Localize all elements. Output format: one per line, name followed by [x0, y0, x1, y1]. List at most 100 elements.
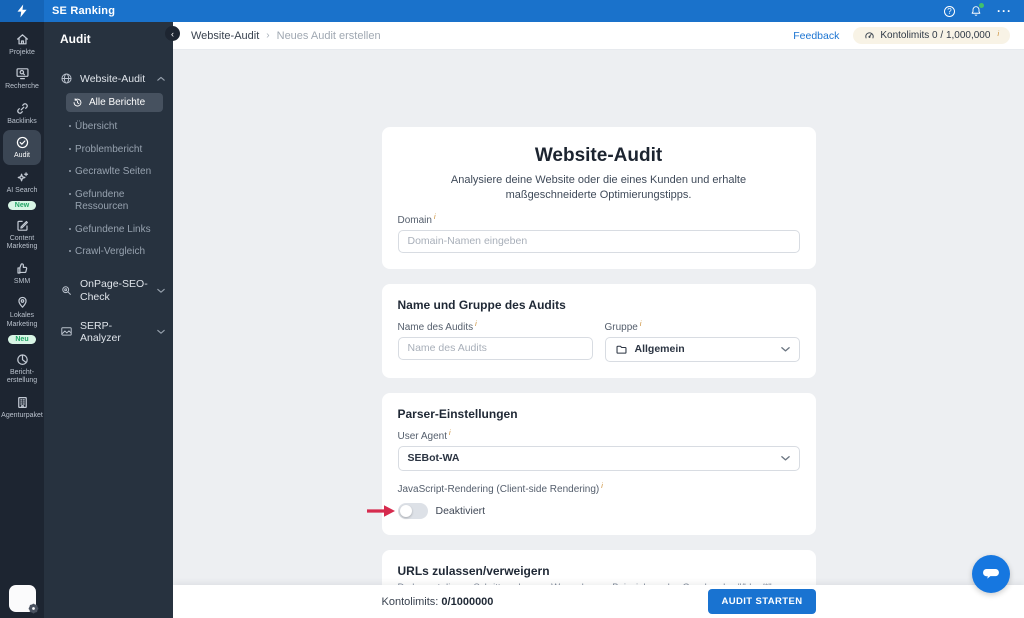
- help-icon: ?: [944, 6, 955, 17]
- rail-item-label: SMM: [14, 278, 30, 286]
- toggle-knob: [400, 505, 412, 517]
- top-app-bar: SE Ranking ? ···: [0, 0, 1024, 22]
- footer-limits: Kontolimits: 0/1000000: [382, 596, 494, 608]
- menu-website-audit[interactable]: Website-Audit: [44, 66, 173, 91]
- info-marker: i: [434, 214, 436, 221]
- globe-icon: [60, 72, 73, 85]
- intro-card: Website-Audit Analysiere deine Website o…: [382, 127, 816, 269]
- lightning-icon: [16, 4, 28, 18]
- chevron-down-icon: [781, 345, 790, 354]
- user-avatar[interactable]: [9, 585, 36, 612]
- sidebar-item-smm[interactable]: SMM: [0, 256, 44, 290]
- backlinks-icon: [15, 101, 30, 116]
- sidebar-item-content-marketing[interactable]: Content Marketing: [0, 213, 44, 256]
- sidebar-item-recherche[interactable]: Recherche: [0, 61, 44, 95]
- menu-gecrawlte-seiten[interactable]: Gecrawlte Seiten: [44, 161, 173, 184]
- help-button[interactable]: ?: [944, 6, 955, 17]
- user-agent-value: SEBot-WA: [408, 452, 460, 464]
- feedback-link[interactable]: Feedback: [793, 30, 839, 42]
- gear-icon: [28, 603, 39, 614]
- collapse-sidebar-button[interactable]: ‹: [165, 26, 180, 41]
- menu-gefundene-links[interactable]: Gefundene Links: [44, 219, 173, 242]
- research-icon: [15, 66, 30, 81]
- audit-name-input[interactable]: [398, 337, 593, 360]
- breadcrumb-current: Neues Audit erstellen: [277, 30, 381, 42]
- page-title: Website-Audit: [398, 145, 800, 167]
- info-marker: i: [475, 321, 477, 328]
- js-rendering-label: JavaScript-Rendering (Client-side Render…: [398, 484, 800, 495]
- main-content: Website-Audit Analysiere deine Website o…: [173, 50, 1024, 618]
- info-marker: i: [640, 321, 642, 328]
- chevron-down-icon: [157, 328, 165, 336]
- menu-problembericht[interactable]: Problembericht: [44, 139, 173, 162]
- breadcrumb-separator: ›: [266, 30, 269, 41]
- rail-item-label: Recherche: [5, 83, 39, 91]
- group-select[interactable]: Allgemein: [605, 337, 800, 362]
- js-rendering-toggle[interactable]: [398, 503, 428, 519]
- user-agent-label: User Agenti: [398, 431, 800, 442]
- menu-label: Crawl-Vergleich: [75, 246, 145, 259]
- start-audit-button[interactable]: AUDIT STARTEN: [708, 589, 815, 614]
- reports-icon: [15, 352, 30, 367]
- sidebar-item-agenturpaket[interactable]: Agenturpaket: [0, 390, 44, 424]
- info-marker: i: [449, 430, 451, 437]
- chevron-up-icon: [157, 75, 165, 83]
- sidebar-item-projekte[interactable]: Projekte: [0, 27, 44, 61]
- breadcrumb-section[interactable]: Website-Audit: [191, 30, 259, 42]
- chevron-down-icon: [157, 287, 165, 295]
- account-limits-pill[interactable]: Kontolimits 0 / 1,000,000i: [853, 27, 1010, 44]
- menu-label: Gefundene Ressourcen: [75, 189, 153, 214]
- menu-serp-analyzer[interactable]: SERP-Analyzer: [44, 314, 173, 350]
- annotation-arrow: [367, 504, 396, 518]
- brand-logo[interactable]: [0, 0, 44, 22]
- parser-heading: Parser-Einstellungen: [398, 407, 800, 421]
- menu-gefundene-ressourcen[interactable]: Gefundene Ressourcen: [44, 184, 173, 219]
- parser-card: Parser-Einstellungen User Agenti SEBot-W…: [382, 393, 816, 535]
- limits-text: Kontolimits 0 / 1,000,000: [880, 30, 990, 41]
- sidebar-item-berichterstellung[interactable]: Bericht-erstellung: [0, 347, 44, 390]
- sidebar-item-lokales-marketing[interactable]: Lokales Marketing: [0, 290, 44, 333]
- ai-search-icon: [15, 170, 30, 185]
- menu-label: SERP-Analyzer: [80, 320, 150, 344]
- bullet-icon: [69, 250, 71, 252]
- bullet-icon: [69, 170, 71, 172]
- footer-action-bar: Kontolimits: 0/1000000 AUDIT STARTEN: [173, 585, 1024, 618]
- onpage-check-icon: [60, 284, 73, 297]
- menu-onpage-seo-check[interactable]: OnPage-SEO-Check: [44, 272, 173, 310]
- toggle-state-label: Deaktiviert: [436, 505, 486, 517]
- bullet-icon: [69, 193, 71, 195]
- domain-label: Domaini: [398, 215, 800, 226]
- rail-item-label: Backlinks: [7, 118, 37, 126]
- submenu-title: Audit: [44, 22, 173, 46]
- sidebar-item-backlinks[interactable]: Backlinks: [0, 96, 44, 130]
- new-badge: New: [8, 201, 36, 210]
- chevron-down-icon: [781, 454, 790, 463]
- more-menu-button[interactable]: ···: [997, 7, 1012, 15]
- rail-item-label: Projekte: [9, 49, 35, 57]
- menu-label: Alle Berichte: [89, 97, 145, 108]
- domain-input[interactable]: [398, 230, 800, 253]
- brand-name: SE Ranking: [52, 5, 115, 17]
- menu-alle-berichte[interactable]: Alle Berichte: [66, 93, 163, 112]
- sidebar-item-ai-search[interactable]: AI Search: [0, 165, 44, 199]
- name-group-heading: Name und Gruppe des Audits: [398, 298, 800, 312]
- user-agent-select[interactable]: SEBot-WA: [398, 446, 800, 471]
- bullet-icon: [69, 228, 71, 230]
- local-marketing-icon: [15, 295, 30, 310]
- sidebar-item-audit[interactable]: Audit: [3, 130, 41, 164]
- menu-label: Problembericht: [75, 144, 142, 157]
- rail-item-label: Lokales Marketing: [1, 312, 43, 329]
- urls-heading: URLs zulassen/verweigern: [398, 564, 800, 578]
- info-marker: i: [601, 483, 603, 490]
- menu-label: OnPage-SEO-Check: [80, 278, 150, 304]
- menu-crawl-vergleich[interactable]: Crawl-Vergleich: [44, 241, 173, 264]
- serp-analyzer-icon: [60, 325, 73, 338]
- rail-item-label: Bericht-erstellung: [1, 369, 43, 386]
- bullet-icon: [69, 148, 71, 150]
- group-value: Allgemein: [635, 343, 685, 355]
- page-subtitle: Analysiere deine Website oder die eines …: [406, 173, 792, 204]
- menu-uebersicht[interactable]: Übersicht: [44, 116, 173, 139]
- notifications-button[interactable]: [970, 5, 982, 17]
- agency-icon: [15, 395, 30, 410]
- chat-widget-button[interactable]: [972, 555, 1010, 593]
